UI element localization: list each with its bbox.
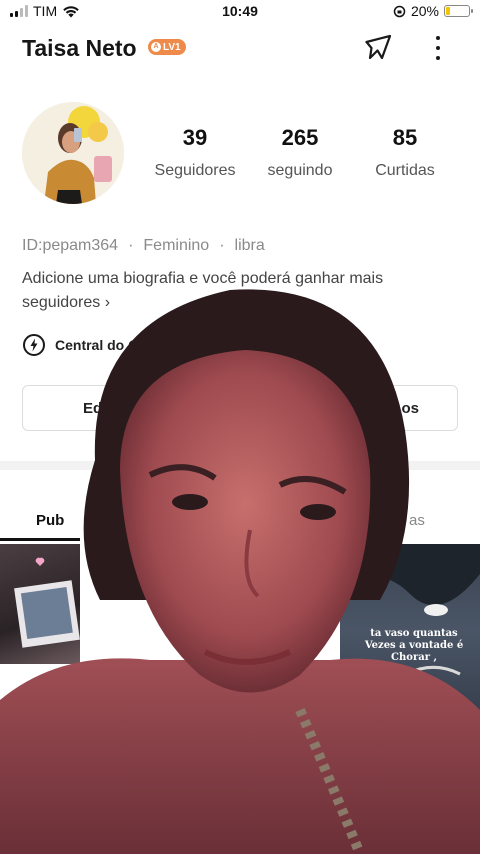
thumbnail-image <box>14 557 80 648</box>
edit-profile-label: Ed <box>83 399 103 417</box>
share-icon[interactable] <box>362 31 396 65</box>
battery-percent: 20% <box>410 3 439 19</box>
bio-line-2: seguidores <box>22 294 101 311</box>
battery-icon <box>444 5 473 17</box>
followers-count: 39 <box>182 125 208 150</box>
chevron-right-icon: › <box>104 294 111 311</box>
lightning-icon <box>23 334 45 356</box>
battery-fill <box>446 7 451 15</box>
posts-grid: ta vaso quantas Vezes a vontade é Chorar… <box>0 544 480 854</box>
avatar-photo <box>22 102 124 204</box>
bio-line-2-row: seguidores › <box>22 291 442 315</box>
creator-center-link[interactable]: Central do C <box>22 333 138 357</box>
followers-label: Seguidores <box>154 162 236 179</box>
more-options-button[interactable] <box>428 32 448 64</box>
profile-gender: Feminino <box>143 237 210 254</box>
content-tabs: Pub as <box>0 500 480 541</box>
following-stat[interactable]: 265 seguindo <box>245 125 355 180</box>
likes-count: 85 <box>392 125 418 150</box>
tab-last[interactable]: as <box>409 512 425 529</box>
status-right: 20% <box>393 3 473 19</box>
level-badge-icon: A <box>151 42 161 52</box>
tab-posts[interactable]: Pub <box>36 512 64 529</box>
section-divider <box>0 461 480 470</box>
profile-header: Taisa Neto A LV1 <box>0 28 480 68</box>
profile-meta: ID:pepam364 · Feminino · libra <box>22 237 265 255</box>
following-label: seguindo <box>267 162 333 179</box>
meta-separator: · <box>219 237 225 254</box>
post-thumbnail[interactable]: ta vaso quantas Vezes a vontade é Chorar… <box>340 544 480 759</box>
profile-stats: 39 Seguidores 265 seguindo 85 Curtidas <box>140 125 460 185</box>
profile-id[interactable]: ID:pepam364 <box>22 237 118 255</box>
profile-bio[interactable]: Adicione uma biografia e você poderá gan… <box>22 267 442 315</box>
profile-avatar[interactable] <box>22 102 124 204</box>
creator-center-label: Central do C <box>55 337 139 353</box>
second-button-label: os <box>401 399 419 417</box>
followers-stat[interactable]: 39 Seguidores <box>140 125 250 180</box>
rotation-lock-icon <box>393 5 406 17</box>
level-badge-label: LV1 <box>163 41 181 53</box>
thumbnail-caption: ta vaso quantas Vezes a vontade é Chorar… <box>364 628 464 663</box>
likes-stat[interactable]: 85 Curtidas <box>350 125 460 180</box>
bio-line-1: Adicione uma biografia e você poderá gan… <box>22 270 384 287</box>
profile-username: Taisa Neto <box>22 35 137 61</box>
profile-sign: libra <box>234 237 265 254</box>
meta-separator: · <box>128 237 134 254</box>
likes-label: Curtidas <box>375 162 435 179</box>
level-badge[interactable]: A LV1 <box>148 39 186 55</box>
following-count: 265 <box>281 125 319 150</box>
edit-profile-button[interactable]: Ed os <box>22 385 458 431</box>
status-bar: TIM 10:49 20% <box>0 0 480 22</box>
tab-indicator <box>0 538 80 541</box>
post-thumbnail[interactable] <box>0 544 80 664</box>
profile-actions: Ed os <box>22 385 458 431</box>
